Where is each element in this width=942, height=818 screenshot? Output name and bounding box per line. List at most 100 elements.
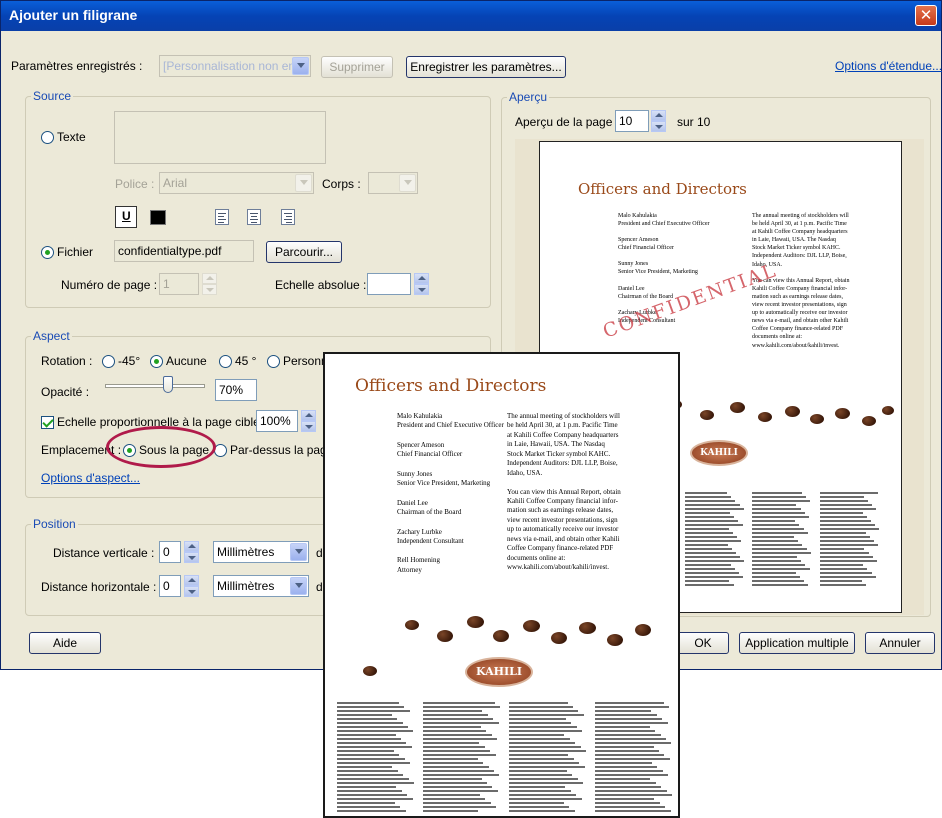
chevron-down-icon[interactable] bbox=[290, 543, 307, 561]
browse-button[interactable]: Parcourir... bbox=[266, 241, 342, 263]
scale-percent-field[interactable]: 100% bbox=[256, 410, 298, 432]
saved-settings-value: [Personnalisation non enre bbox=[163, 59, 306, 73]
preview-page-value: 10 bbox=[619, 114, 633, 128]
overlay-doc-title: Officers and Directors bbox=[355, 376, 547, 396]
rotation-45-radio[interactable] bbox=[219, 355, 232, 368]
opacity-slider-track[interactable] bbox=[105, 384, 205, 388]
doc-info-line: mation such as earnings release dates, bbox=[752, 293, 843, 300]
page-number-label: Numéro de page : bbox=[61, 278, 158, 292]
doc-info-line: www.kahili.com/about/kahili/invest. bbox=[507, 563, 610, 571]
align-right-icon[interactable] bbox=[281, 209, 295, 225]
doc-info-line: up to automatically receive our investor bbox=[507, 525, 619, 534]
vertical-distance-value: 0 bbox=[163, 545, 170, 559]
vertical-from-label: d bbox=[316, 546, 323, 560]
horizontal-from-label: d bbox=[316, 580, 323, 594]
size-label: Corps : bbox=[322, 177, 361, 191]
opacity-field[interactable]: 70% bbox=[215, 379, 257, 401]
preview-beans bbox=[660, 392, 900, 452]
font-select[interactable]: Arial bbox=[159, 172, 314, 194]
page-number-spinner[interactable] bbox=[202, 273, 217, 295]
result-page-overlay: Officers and Directors Malo Kahulakia Pre… bbox=[323, 352, 680, 818]
delete-settings-button[interactable]: Supprimer bbox=[321, 56, 393, 78]
font-value: Arial bbox=[163, 176, 188, 190]
chevron-down-icon[interactable] bbox=[295, 174, 312, 192]
chevron-down-icon[interactable] bbox=[292, 57, 309, 75]
doc-info-line: view recent investor presentations, sign bbox=[752, 302, 847, 309]
cancel-button[interactable]: Annuler bbox=[865, 632, 935, 654]
align-left-icon[interactable] bbox=[215, 209, 229, 225]
doc-info-line: Kahili Coffee Company financial infor- bbox=[752, 285, 848, 292]
text-radio[interactable] bbox=[41, 131, 54, 144]
doc-info-line: Idaho, USA. bbox=[507, 468, 543, 477]
close-icon[interactable]: ✕ bbox=[915, 5, 937, 26]
overlay-officer: Daniel Lee Chairman of the Board bbox=[397, 498, 462, 517]
file-path-field[interactable]: confidentialtype.pdf bbox=[114, 240, 254, 262]
scale-to-page-checkbox[interactable] bbox=[41, 416, 54, 429]
preview-doc-title: Officers and Directors bbox=[578, 180, 747, 198]
doc-info-line: The annual meeting of stockholders will bbox=[752, 213, 849, 219]
doc-info-line: be held April 30, at 1 p.m. Pacific Time bbox=[752, 221, 847, 228]
file-radio[interactable] bbox=[41, 246, 54, 259]
doc-info-line: Stock Market Ticker symbol KAHC. bbox=[752, 245, 841, 252]
vertical-distance-label: Distance verticale : bbox=[53, 546, 155, 560]
overlay-officer: Rell Homening Attorney bbox=[397, 556, 440, 574]
ok-button[interactable]: OK bbox=[677, 632, 729, 654]
overlay-info-column: The annual meeting of stockholders will b… bbox=[507, 412, 621, 572]
chevron-down-icon[interactable] bbox=[399, 174, 416, 192]
horizontal-distance-spinner[interactable] bbox=[184, 575, 199, 597]
preview-text-col bbox=[820, 492, 880, 588]
text-color-button[interactable] bbox=[147, 206, 169, 228]
rotation-custom-radio[interactable] bbox=[267, 355, 280, 368]
saved-settings-select[interactable]: [Personnalisation non enre bbox=[159, 55, 311, 77]
save-settings-button[interactable]: Enregistrer les paramètres... bbox=[406, 56, 566, 78]
horizontal-distance-value: 0 bbox=[163, 579, 170, 593]
rotation-minus45-radio[interactable] bbox=[102, 355, 115, 368]
scale-percent-value: 100% bbox=[260, 414, 291, 428]
size-select[interactable] bbox=[368, 172, 418, 194]
scale-percent-spinner[interactable] bbox=[301, 410, 316, 432]
help-button[interactable]: Aide bbox=[29, 632, 101, 654]
overlay-text-col bbox=[337, 702, 415, 814]
absolute-scale-field[interactable] bbox=[367, 273, 411, 295]
rotation-none-radio[interactable] bbox=[150, 355, 163, 368]
page-number-field[interactable]: 1 bbox=[159, 273, 199, 295]
title-bar[interactable]: Ajouter un filigrane ✕ bbox=[1, 1, 941, 31]
preview-page-spinner[interactable] bbox=[651, 110, 666, 132]
chevron-down-icon[interactable] bbox=[290, 577, 307, 595]
vertical-distance-spinner[interactable] bbox=[184, 541, 199, 563]
absolute-scale-label: Echelle absolue : bbox=[275, 278, 367, 292]
doc-info-line: Independent Auditors: DJL LLP, Boise, bbox=[507, 459, 618, 468]
vertical-units-select[interactable]: Millimètres bbox=[213, 541, 309, 563]
horizontal-distance-label: Distance horizontale : bbox=[41, 580, 157, 594]
page-number-value: 1 bbox=[163, 277, 170, 291]
doc-info-line: in Laie, Hawaii, USA. The Nasdaq bbox=[752, 237, 836, 244]
underline-button[interactable]: U bbox=[115, 206, 137, 228]
opacity-slider-thumb[interactable] bbox=[163, 376, 173, 393]
watermark-text-area[interactable] bbox=[114, 111, 326, 164]
doc-info-line: Stock Market Ticker symbol KAHC. bbox=[507, 449, 611, 458]
align-center-icon[interactable] bbox=[247, 209, 261, 225]
preview-total-label: sur 10 bbox=[677, 115, 711, 129]
absolute-scale-spinner[interactable] bbox=[414, 273, 429, 295]
page-preview-label: Aperçu de la page bbox=[515, 115, 613, 129]
doc-info-line: in Laie, Hawaii, USA. The Nasdaq bbox=[507, 440, 605, 449]
doc-info-line: view recent investor presentations, sign bbox=[507, 515, 618, 524]
batch-apply-button[interactable]: Application multiple bbox=[739, 632, 855, 654]
preview-officer: Spencer Ameson Chief Financial Officer bbox=[618, 237, 674, 252]
appearance-options-link[interactable]: Options d'aspect... bbox=[41, 471, 140, 485]
color-swatch-icon bbox=[150, 210, 166, 225]
page-range-options-link[interactable]: Options d'étendue... bbox=[835, 59, 942, 73]
horizontal-units-select[interactable]: Millimètres bbox=[213, 575, 309, 597]
overlay-text-col bbox=[595, 702, 673, 814]
horizontal-distance-field[interactable]: 0 bbox=[159, 575, 181, 597]
preview-officer: Sunny Jones Senior Vice President, Market… bbox=[618, 261, 698, 276]
highlight-ring bbox=[106, 426, 216, 468]
position-group-label: Position bbox=[31, 517, 78, 531]
vertical-distance-field[interactable]: 0 bbox=[159, 541, 181, 563]
overlay-text-col bbox=[509, 702, 587, 814]
doc-info-line: Coffee Company finance-related PDF bbox=[752, 326, 844, 333]
doc-info-line: Coffee Company finance-related PDF bbox=[507, 544, 614, 553]
doc-info-line: www.kahili.com/about/kahili/invest. bbox=[752, 342, 840, 349]
preview-page-field[interactable]: 10 bbox=[615, 110, 649, 132]
doc-info-line: at Kahili Coffee Company headquarters bbox=[507, 430, 619, 439]
